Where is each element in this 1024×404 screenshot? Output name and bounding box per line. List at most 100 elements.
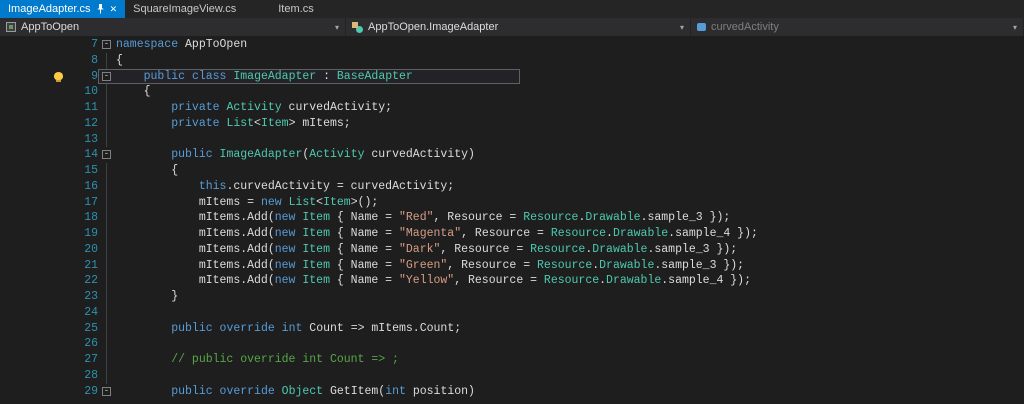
code-token: new: [274, 211, 296, 225]
line-number[interactable]: 20: [72, 242, 98, 258]
code-line[interactable]: 20 mItems.Add(new Item { Name = "Dark", …: [0, 241, 1024, 258]
line-number[interactable]: 8: [72, 53, 98, 69]
code-line[interactable]: 26: [0, 336, 1024, 352]
code-line[interactable]: 21 mItems.Add(new Item { Name = "Green",…: [0, 257, 1024, 274]
line-number[interactable]: 22: [72, 273, 98, 289]
code-token: "Red": [398, 211, 434, 225]
code-token: {: [116, 53, 123, 67]
code-token: this: [198, 179, 227, 193]
project-dropdown[interactable]: AppToOpen ▾: [0, 18, 346, 36]
line-number[interactable]: 21: [72, 258, 98, 274]
collapse-icon[interactable]: -: [102, 386, 111, 396]
line-number[interactable]: 15: [72, 163, 98, 179]
code-line[interactable]: 28: [0, 367, 1024, 384]
code-line[interactable]: 17 mItems = new List<Item>();: [0, 194, 1024, 211]
tab-squareimageview[interactable]: SquareImageView.cs: [125, 0, 244, 18]
code-text: namespace AppToOpen: [116, 37, 247, 53]
code-token: List: [226, 116, 255, 130]
code-line[interactable]: 12 private List<Item> mItems;: [0, 115, 1024, 132]
line-number[interactable]: 19: [72, 226, 98, 242]
code-line[interactable]: 16 this.curvedActivity = curvedActivity;: [0, 178, 1024, 195]
line-number[interactable]: 17: [72, 195, 98, 211]
code-token: new: [274, 258, 296, 272]
collapse-icon[interactable]: -: [102, 40, 111, 49]
code-token: Drawable: [599, 258, 655, 272]
outline-guide-line: [106, 115, 107, 132]
line-number[interactable]: 14: [72, 147, 98, 163]
lightbulb-icon[interactable]: [54, 71, 63, 82]
line-number[interactable]: 9: [72, 69, 98, 85]
code-token: {: [116, 164, 179, 177]
line-number[interactable]: 25: [72, 321, 98, 337]
code-token: Resource: [550, 227, 607, 240]
outline-margin: [98, 194, 116, 211]
line-number[interactable]: 26: [72, 336, 98, 352]
outline-margin: [98, 84, 116, 100]
line-number[interactable]: 16: [72, 179, 98, 195]
code-line[interactable]: 27 // public override int Count => ;: [0, 352, 1024, 368]
outline-margin: [98, 131, 116, 148]
outline-margin: [98, 226, 116, 242]
code-line[interactable]: 7- namespace AppToOpen: [0, 37, 1024, 53]
outline-margin: [98, 273, 116, 289]
line-number[interactable]: 13: [72, 132, 98, 148]
line-number[interactable]: 24: [72, 305, 98, 321]
code-line[interactable]: 15 {: [0, 163, 1024, 179]
code-text: mItems.Add(new Item { Name = "Yellow", R…: [116, 273, 751, 289]
code-line[interactable]: 29- public override Object GetItem(int p…: [0, 384, 1024, 400]
code-line[interactable]: 14- public ImageAdapter(Activity curvedA…: [0, 147, 1024, 163]
code-line[interactable]: 8{: [0, 52, 1024, 69]
collapse-icon[interactable]: -: [102, 71, 111, 81]
field-icon: [697, 23, 706, 31]
tab-imageadapter[interactable]: ImageAdapter.cs ✕: [0, 0, 126, 18]
project-name: AppToOpen: [21, 21, 80, 33]
code-token: , Resource =: [454, 274, 544, 288]
code-line[interactable]: 25 public override int Count => mItems.C…: [0, 320, 1024, 337]
code-line[interactable]: 24: [0, 304, 1024, 321]
collapse-icon[interactable]: -: [102, 150, 111, 160]
chevron-down-icon: ▾: [679, 22, 684, 32]
code-editor[interactable]: 7- namespace AppToOpen 8{9- public class I…: [0, 36, 1024, 404]
outline-margin: [98, 163, 116, 179]
code-line[interactable]: 11 private Activity curvedActivity;: [0, 100, 1024, 116]
pin-icon[interactable]: [96, 4, 105, 14]
line-number[interactable]: 28: [72, 368, 98, 384]
code-text: this.curvedActivity = curvedActivity;: [116, 179, 454, 195]
code-line[interactable]: 18 mItems.Add(new Item { Name = "Red", R…: [0, 210, 1024, 226]
code-token: new: [260, 195, 282, 209]
code-line[interactable]: 23 }: [0, 289, 1024, 305]
code-token: .sample_3 });: [640, 211, 731, 225]
close-icon[interactable]: ✕: [110, 4, 118, 14]
navigation-bar: AppToOpen ▾ AppToOpen.ImageAdapter ▾ cur…: [0, 18, 1024, 36]
outline-guide-line: [106, 194, 107, 211]
line-number[interactable]: 12: [72, 116, 98, 132]
glyph-margin: [0, 147, 72, 163]
code-token: Drawable: [612, 227, 669, 240]
outline-margin: [98, 336, 116, 352]
line-number[interactable]: 29: [72, 384, 98, 400]
glyph-margin: [0, 384, 72, 400]
code-token: namespace: [116, 38, 179, 51]
code-line[interactable]: 19 mItems.Add(new Item { Name = "Magenta…: [0, 226, 1024, 242]
member-dropdown[interactable]: curvedActivity ▾: [691, 18, 1024, 36]
line-number[interactable]: 23: [72, 289, 98, 305]
code-token: "Yellow": [398, 274, 455, 288]
code-line[interactable]: 22 mItems.Add(new Item { Name = "Yellow"…: [0, 273, 1024, 289]
line-number[interactable]: 27: [72, 352, 98, 368]
code-token: ImageAdapter: [233, 69, 317, 83]
line-number[interactable]: 18: [72, 210, 98, 226]
type-dropdown[interactable]: AppToOpen.ImageAdapter ▾: [346, 18, 691, 36]
code-line[interactable]: 13: [0, 131, 1024, 148]
code-token: , Resource =: [440, 242, 531, 256]
code-line[interactable]: 10 {: [0, 84, 1024, 100]
line-number[interactable]: 11: [72, 100, 98, 116]
line-number[interactable]: 7: [72, 37, 98, 53]
code-line[interactable]: 9- public class ImageAdapter : BaseAdapt…: [0, 68, 1024, 85]
outline-guide-line: [106, 304, 107, 321]
line-number[interactable]: 10: [72, 84, 98, 100]
code-text: {: [116, 163, 178, 179]
glyph-margin: [0, 100, 72, 116]
tab-item[interactable]: Item.cs: [270, 0, 321, 18]
